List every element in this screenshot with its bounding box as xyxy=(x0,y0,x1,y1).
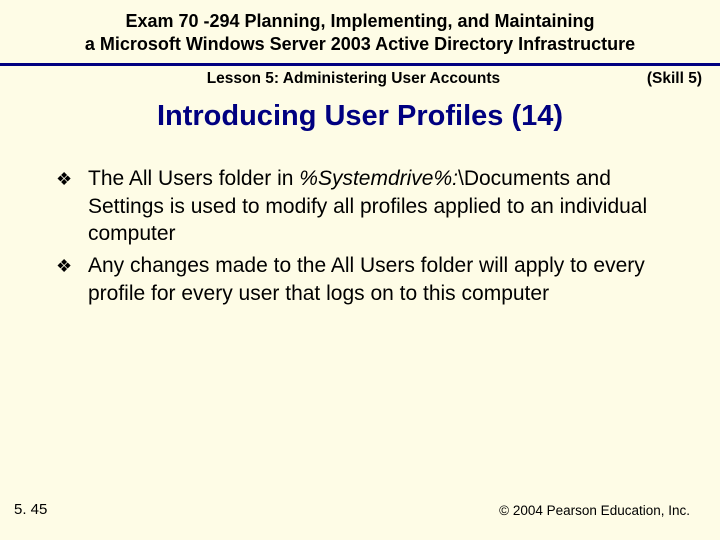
bullet-text-italic: %Systemdrive%: xyxy=(299,167,458,190)
course-title-line2: a Microsoft Windows Server 2003 Active D… xyxy=(85,34,635,54)
course-title: Exam 70 -294 Planning, Implementing, and… xyxy=(40,10,680,57)
bullet-text-pre: The All Users folder in xyxy=(88,167,299,190)
course-title-line1: Exam 70 -294 Planning, Implementing, and… xyxy=(125,11,594,31)
slide-content: ❖ The All Users folder in %Systemdrive%:… xyxy=(0,165,720,308)
slide-footer: 5. 45 © 2004 Pearson Education, Inc. xyxy=(0,501,720,518)
slide-title: Introducing User Profiles (14) xyxy=(0,100,720,133)
bullet-text: Any changes made to the All Users folder… xyxy=(88,252,674,307)
skill-label: (Skill 5) xyxy=(647,70,702,88)
lesson-label: Lesson 5: Administering User Accounts xyxy=(0,70,647,88)
diamond-bullet-icon: ❖ xyxy=(56,252,88,280)
bullet-text: The All Users folder in %Systemdrive%:\D… xyxy=(88,165,674,248)
bullet-text-pre: Any changes made to the All Users folder… xyxy=(88,254,645,305)
slide-subheader: Lesson 5: Administering User Accounts (S… xyxy=(0,66,720,92)
page-number: 5. 45 xyxy=(14,501,47,518)
list-item: ❖ Any changes made to the All Users fold… xyxy=(56,252,674,307)
list-item: ❖ The All Users folder in %Systemdrive%:… xyxy=(56,165,674,248)
copyright-text: © 2004 Pearson Education, Inc. xyxy=(499,503,690,518)
slide-header: Exam 70 -294 Planning, Implementing, and… xyxy=(0,0,720,66)
diamond-bullet-icon: ❖ xyxy=(56,165,88,193)
